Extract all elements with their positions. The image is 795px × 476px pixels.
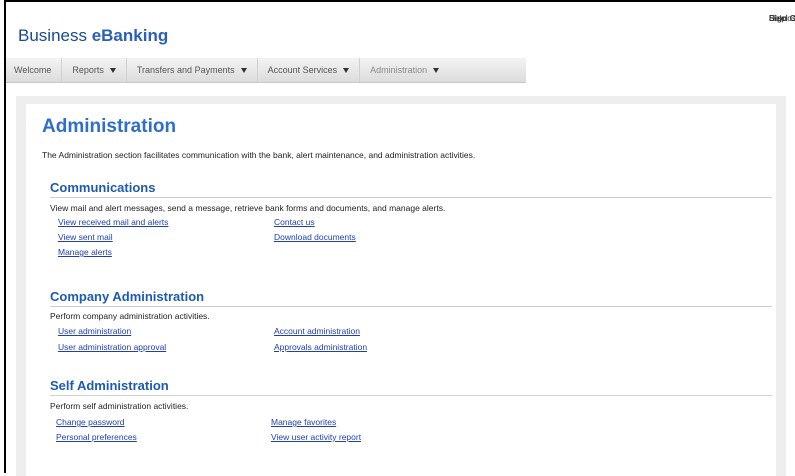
nav-item-reports[interactable]: Reports [62,58,127,82]
personal-preferences-link[interactable]: Personal preferences [56,432,137,442]
download-documents-link[interactable]: Download documents [274,232,356,242]
section-divider [50,395,772,396]
nav-item-label: Administration [370,65,428,75]
view-received-mail-link[interactable]: View received mail and alerts [58,217,168,227]
brand-bold: eBanking [91,26,169,45]
nav-item-label: Welcome [14,65,52,75]
nav-item-account-services[interactable]: Account Services [258,58,361,82]
chevron-down-icon [343,67,350,73]
utility-links: Disclosures | Help | Sign Off [769,13,795,23]
section-divider [50,197,772,198]
content-panel: Administration The Administration sectio… [16,96,786,476]
view-sent-mail-link[interactable]: View sent mail [58,232,113,242]
chevron-down-icon [109,67,116,73]
manage-favorites-link[interactable]: Manage favorites [271,417,336,427]
nav-item-label: Transfers and Payments [136,65,235,75]
user-administration-approval-link[interactable]: User administration approval [58,342,166,352]
nav-item-administration[interactable]: Administration [360,58,449,82]
approvals-administration-link[interactable]: Approvals administration [274,342,367,352]
section-title-self-administration: Self Administration [50,378,169,393]
section-title-communications: Communications [50,180,156,195]
brand-logo: Business eBanking [18,26,168,46]
sign-off-link[interactable]: Sign Off [769,13,795,23]
nav-item-transfers-and-payments[interactable]: Transfers and Payments [127,58,258,82]
page-title: Administration [42,116,177,137]
main-nav: Welcome Reports Transfers and Payments A… [6,58,526,83]
view-user-activity-report-link[interactable]: View user activity report [271,432,361,442]
section-divider [50,306,772,307]
section-description: Perform self administration activities. [50,401,189,411]
chevron-down-icon [433,67,440,73]
manage-alerts-link[interactable]: Manage alerts [58,247,112,257]
page-intro: The Administration section facilitates c… [42,150,476,160]
nav-item-welcome[interactable]: Welcome [6,58,63,82]
account-administration-link[interactable]: Account administration [274,326,360,336]
user-administration-link[interactable]: User administration [58,326,131,336]
nav-item-label: Account Services [267,65,338,75]
app-window: Disclosures | Help | Sign Off Business e… [4,0,795,476]
change-password-link[interactable]: Change password [56,417,125,427]
content-area: Administration The Administration sectio… [26,104,776,476]
brand-regular: Business [18,26,92,45]
nav-item-label: Reports [72,65,104,75]
section-description: View mail and alert messages, send a mes… [50,203,446,213]
section-description: Perform company administration activitie… [50,311,210,321]
section-title-company-administration: Company Administration [50,289,205,304]
contact-us-link[interactable]: Contact us [274,217,315,227]
chevron-down-icon [240,67,247,73]
